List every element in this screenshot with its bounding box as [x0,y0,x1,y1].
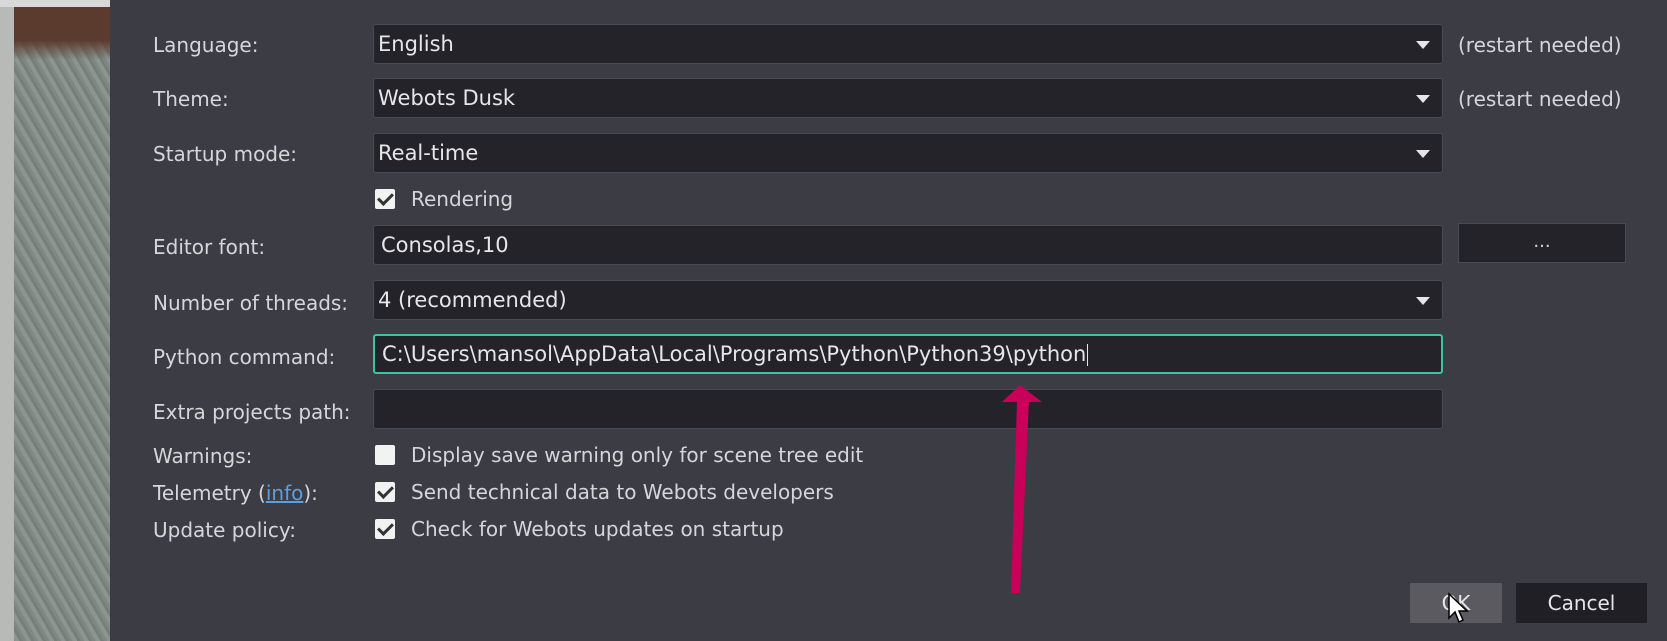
theme-value: Webots Dusk [378,86,516,110]
updates-checkbox-label: Check for Webots updates on startup [411,517,784,541]
chevron-down-icon [1416,41,1430,49]
chevron-down-icon [1416,150,1430,158]
telemetry-checkbox-row[interactable]: Send technical data to Webots developers [375,479,834,505]
annotation-arrow-icon [1002,385,1042,593]
editor-font-label: Editor font: [153,235,266,259]
telemetry-checkbox-label: Send technical data to Webots developers [411,480,834,504]
warnings-checkbox[interactable] [375,445,395,465]
updates-checkbox[interactable] [375,519,395,539]
cancel-button[interactable]: Cancel [1516,583,1647,623]
theme-restart-note: (restart needed) [1458,87,1622,111]
rendering-checkbox-label: Rendering [411,187,514,211]
language-value: English [378,32,454,56]
threads-label: Number of threads: [153,291,349,315]
telemetry-label: Telemetry (info): [153,481,318,505]
editor-font-value: Consolas,10 [381,233,509,257]
startup-mode-value: Real-time [378,141,479,165]
extra-projects-path-input[interactable] [373,389,1443,429]
telemetry-label-suffix: ): [303,481,318,505]
telemetry-info-link[interactable]: info [266,481,304,505]
extra-projects-path-label: Extra projects path: [153,400,351,424]
editor-font-field[interactable]: Consolas,10 [373,225,1443,265]
python-command-label: Python command: [153,345,336,369]
language-select[interactable]: English [373,24,1443,64]
font-picker-button[interactable]: ... [1458,223,1626,263]
theme-label: Theme: [153,87,229,111]
startup-mode-label: Startup mode: [153,142,298,166]
telemetry-checkbox[interactable] [375,482,395,502]
warnings-checkbox-label: Display save warning only for scene tree… [411,443,864,467]
python-command-input[interactable]: C:\Users\mansol\AppData\Local\Programs\P… [373,334,1443,374]
rendering-checkbox-row[interactable]: Rendering [375,186,513,212]
theme-select[interactable]: Webots Dusk [373,78,1443,118]
chevron-down-icon [1416,297,1430,305]
mouse-cursor-icon [1448,592,1469,624]
language-label: Language: [153,33,259,57]
rendering-checkbox[interactable] [375,189,395,209]
text-caret [1087,344,1089,366]
language-restart-note: (restart needed) [1458,33,1622,57]
threads-value: 4 (recommended) [378,288,567,312]
updates-checkbox-row[interactable]: Check for Webots updates on startup [375,516,784,542]
python-command-value: C:\Users\mansol\AppData\Local\Programs\P… [382,342,1087,366]
warnings-label: Warnings: [153,444,253,468]
startup-mode-select[interactable]: Real-time [373,133,1443,173]
threads-select[interactable]: 4 (recommended) [373,280,1443,320]
background-scene [0,0,110,641]
background-edge [0,0,14,641]
telemetry-label-prefix: Telemetry ( [153,481,266,505]
warnings-checkbox-row[interactable]: Display save warning only for scene tree… [375,442,863,468]
update-policy-label: Update policy: [153,518,296,542]
chevron-down-icon [1416,95,1430,103]
